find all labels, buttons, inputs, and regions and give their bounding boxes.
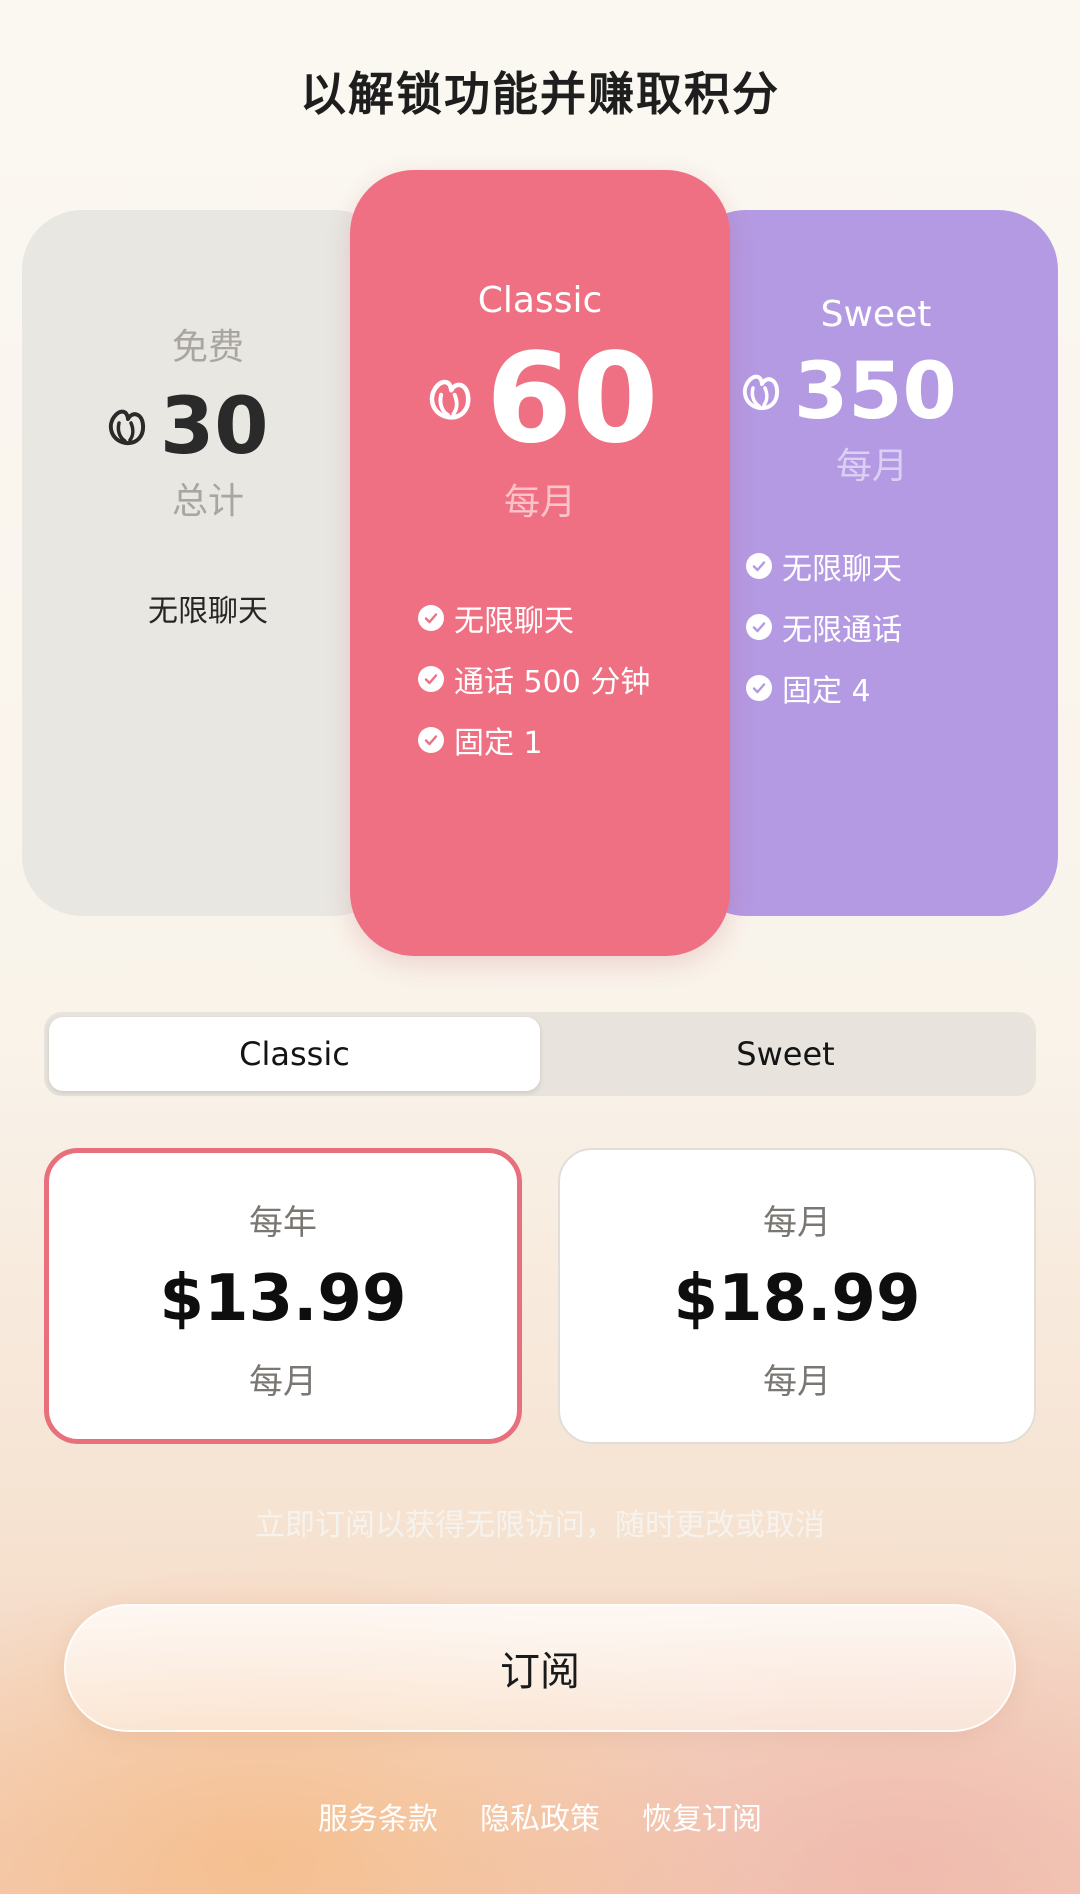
plan-card-sweet: Sweet 350 每月 无限聊天 无限通话 固定 4	[686, 210, 1058, 916]
check-icon	[418, 665, 444, 692]
credits-value: 60	[486, 327, 659, 471]
check-icon	[418, 604, 444, 631]
feature-label: 无限聊天	[454, 603, 574, 639]
price-label: 每年	[249, 1203, 317, 1243]
plan-name: 免费	[171, 327, 244, 368]
plan-period: 总计	[171, 481, 244, 522]
feature-item: 无限通话	[746, 596, 1058, 657]
feature-label: 固定 1	[454, 725, 543, 761]
plan-card-free: 免费 30 总计 无限聊天	[22, 210, 394, 916]
check-icon	[746, 552, 772, 579]
feature-label: 无限聊天	[782, 551, 902, 587]
credits-row: 60	[350, 337, 730, 461]
feature-label: 固定 4	[782, 673, 871, 709]
plan-period: 每月	[503, 482, 576, 523]
footer-links: 服务条款 隐私政策 恢复订阅	[0, 1794, 1080, 1838]
plan-card-classic: Classic 60 每月 无限聊天 通话 500 分钟 固定 1	[350, 170, 730, 956]
feature-item: 无限聊天	[418, 587, 730, 648]
plan-feature: 无限聊天	[148, 594, 268, 629]
subscribe-button[interactable]: 订阅	[64, 1604, 1016, 1732]
feature-label: 无限通话	[782, 612, 902, 648]
feature-item: 无限聊天	[746, 535, 1058, 596]
feature-list: 无限聊天 无限通话 固定 4	[686, 535, 1058, 718]
tab-classic[interactable]: Classic	[49, 1017, 540, 1091]
restore-link[interactable]: 恢复订阅	[642, 1794, 762, 1838]
credits-row: 350	[686, 353, 1058, 431]
price-sub: 每月	[763, 1362, 831, 1402]
seed-icon	[422, 370, 476, 428]
seed-icon	[102, 401, 150, 453]
seed-icon	[736, 366, 784, 418]
credits-value: 350	[794, 347, 957, 437]
feature-item: 固定 1	[418, 709, 730, 770]
credits-value: 30	[160, 382, 269, 472]
feature-label: 通话 500 分钟	[454, 664, 651, 700]
feature-list: 无限聊天 通话 500 分钟 固定 1	[350, 587, 730, 770]
subscription-notice: 立即订阅以获得无限访问，随时更改或取消	[255, 1508, 825, 1543]
privacy-link[interactable]: 隐私政策	[480, 1794, 600, 1838]
check-icon	[746, 613, 772, 640]
tab-sweet[interactable]: Sweet	[540, 1017, 1031, 1091]
price-label: 每月	[763, 1203, 831, 1243]
credits-row: 30	[22, 388, 394, 466]
price-option-annual[interactable]: 每年 $13.99 每月	[44, 1148, 522, 1444]
price-option-monthly[interactable]: 每月 $18.99 每月	[558, 1148, 1036, 1444]
plan-name: Sweet	[820, 294, 932, 335]
price-value: $13.99	[159, 1262, 407, 1336]
plan-period: 每月	[835, 446, 908, 487]
feature-item: 通话 500 分钟	[418, 648, 730, 709]
check-icon	[746, 674, 772, 701]
check-icon	[418, 726, 444, 753]
price-sub: 每月	[249, 1362, 317, 1402]
price-value: $18.99	[673, 1262, 921, 1336]
terms-link[interactable]: 服务条款	[318, 1794, 438, 1838]
plan-name: Classic	[477, 280, 603, 321]
feature-item: 固定 4	[746, 657, 1058, 718]
page-title: 以解锁功能并赚取积分	[300, 67, 780, 121]
plan-segmented-control: Classic Sweet	[44, 1012, 1036, 1096]
